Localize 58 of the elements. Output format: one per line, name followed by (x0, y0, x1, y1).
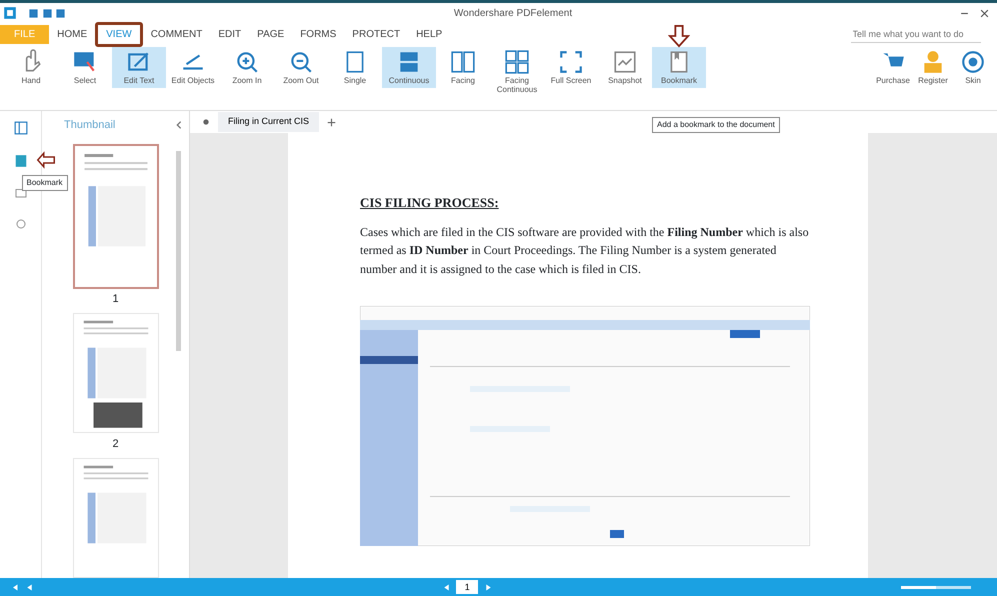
comment-icon[interactable] (14, 188, 26, 200)
page-number: 1 (112, 292, 119, 308)
menu-tab[interactable]: FORMS (292, 24, 344, 44)
attachment-icon[interactable] (14, 218, 26, 230)
zoom-slider[interactable] (900, 586, 970, 588)
ribbon-button[interactable]: Edit Objects (166, 47, 220, 88)
bookmark-icon[interactable] (14, 154, 28, 168)
ribbon-button[interactable]: Skin (953, 47, 993, 88)
redo-icon[interactable] (55, 8, 66, 18)
previous-page-icon[interactable] (25, 582, 34, 592)
paragraph: Cases which are filed in the CIS software are provided with the Filing Number which is also termed as ID Number in Court Proceedings. The Filing Number is a system generated number and it is assigned to the case which is filed in CIS. (360, 224, 810, 278)
skin-icon (960, 49, 986, 75)
ribbon-button[interactable]: Bookmark (652, 47, 706, 88)
ribbon-button[interactable]: Zoom In (220, 47, 274, 88)
grid-icon (504, 49, 530, 75)
arrow-icon (668, 23, 690, 49)
add-tab-icon[interactable] (327, 118, 336, 126)
full-screen-icon (558, 49, 584, 75)
ribbon-button[interactable]: Hand (4, 47, 58, 88)
ribbon-button[interactable]: Zoom Out (274, 47, 328, 88)
menu-tab[interactable]: HOME (49, 24, 96, 44)
ribbon-button[interactable]: Purchase (873, 47, 913, 88)
window-title: Wondershare PDFelement (454, 6, 572, 20)
tooltip: Add a bookmark to the document (652, 117, 780, 133)
ribbon-button[interactable]: Select (58, 47, 112, 88)
menu-tab[interactable]: PAGE (249, 24, 292, 44)
page-field[interactable]: 1 (456, 580, 478, 594)
undo-icon[interactable] (42, 8, 52, 18)
ribbon-button[interactable]: Edit Text (112, 47, 166, 88)
document-tab[interactable]: Filing in Current CIS (218, 112, 320, 132)
panel-icon[interactable] (14, 121, 28, 135)
scrollbar[interactable] (176, 151, 181, 351)
tooltip: Bookmark (22, 175, 68, 191)
close-icon[interactable] (980, 8, 989, 18)
panel-title: Thumbnail (64, 118, 116, 132)
ribbon-button[interactable]: Facing (436, 47, 490, 88)
ribbon-button[interactable]: Snapshot (598, 47, 652, 88)
page-number: 2 (112, 437, 119, 452)
ribbon-button[interactable]: Continuous (382, 47, 436, 88)
app-logo-icon (2, 6, 17, 20)
ribbon-button[interactable]: Register (913, 47, 953, 88)
menu-tab[interactable]: COMMENT (142, 24, 210, 44)
facing-icon (450, 49, 476, 75)
ribbon-button[interactable]: Facing Continuous (490, 47, 544, 97)
collapse-icon[interactable] (174, 120, 184, 130)
snapshot-icon (612, 49, 638, 75)
save-icon[interactable] (28, 8, 39, 18)
menu-tab[interactable]: VIEW (95, 22, 143, 46)
page-thumbnail[interactable] (72, 144, 158, 288)
heading: CIS FILING PROCESS: (360, 194, 500, 212)
menu-tab[interactable]: PROTECT (344, 24, 408, 44)
ribbon-button[interactable]: Single (328, 47, 382, 88)
pin-icon (202, 118, 210, 126)
menu-tab[interactable]: EDIT (210, 24, 250, 44)
ribbon-button[interactable]: Full Screen (544, 47, 598, 88)
previous-page-icon[interactable] (442, 582, 451, 592)
menu-tab[interactable]: HELP (408, 24, 450, 44)
next-page-icon[interactable] (484, 582, 493, 592)
